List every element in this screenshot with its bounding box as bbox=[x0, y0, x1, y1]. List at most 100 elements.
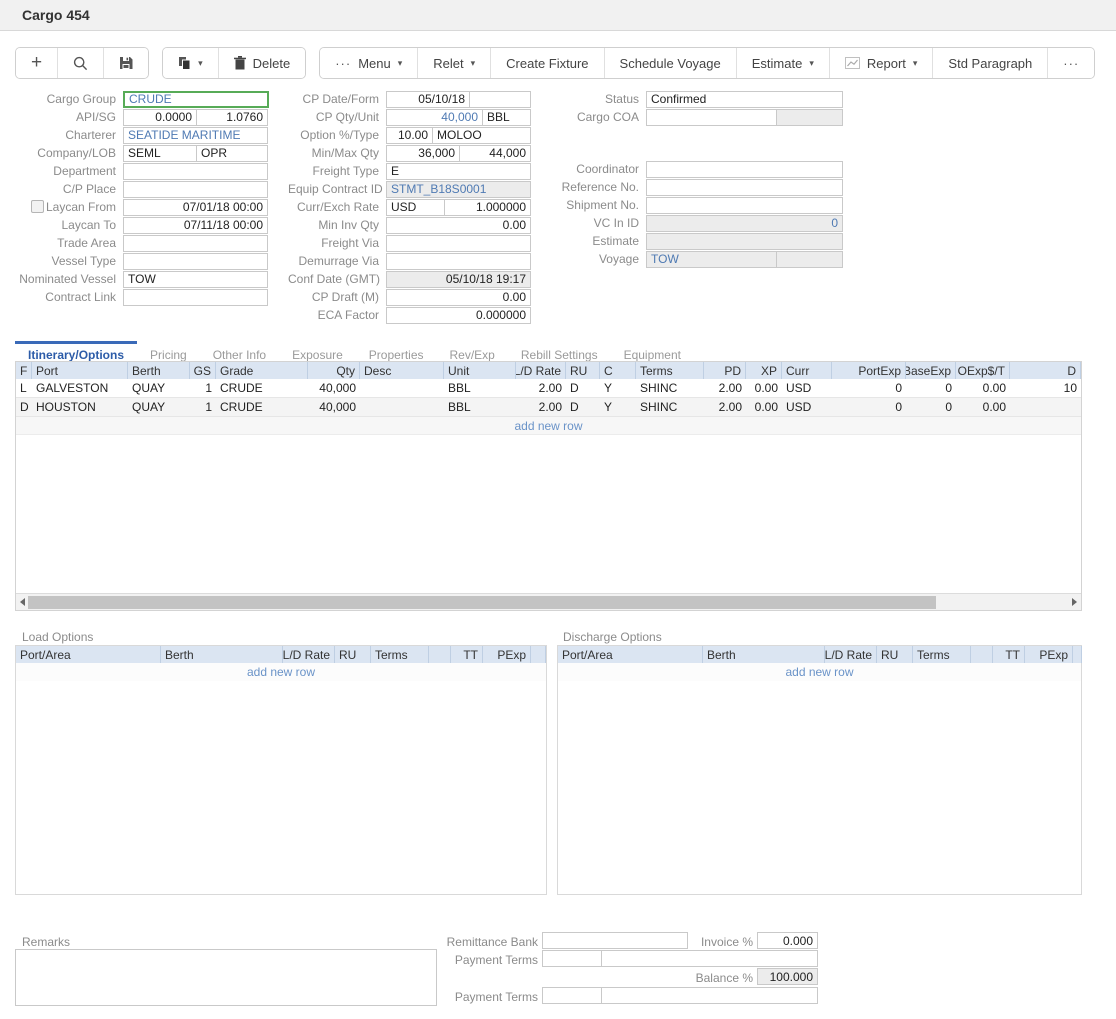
cp-form-value[interactable] bbox=[469, 92, 530, 107]
cargo-coa-field[interactable] bbox=[646, 109, 843, 126]
cp-unit-value[interactable]: BBL bbox=[482, 110, 530, 125]
laycan-to-label: Laycan To bbox=[3, 218, 123, 232]
cp-draft-field[interactable]: 0.00 bbox=[386, 289, 531, 306]
discharge-options-add-new-row[interactable]: add new row bbox=[558, 663, 1081, 681]
shipment-no-field[interactable] bbox=[646, 197, 843, 214]
curr-exch-rate-field[interactable]: USD 1.000000 bbox=[386, 199, 531, 216]
company-value[interactable]: SEML bbox=[124, 146, 196, 161]
laycan-checkbox[interactable] bbox=[31, 200, 44, 213]
invoice-pct-field[interactable]: 0.000 bbox=[757, 932, 818, 949]
remarks-textarea[interactable] bbox=[15, 949, 437, 1006]
col-header-blank bbox=[531, 646, 546, 663]
col-header-xp: XP bbox=[746, 362, 782, 379]
itinerary-row-2[interactable]: D HOUSTON QUAY 1 CRUDE 40,000 BBL 2.00 D… bbox=[16, 398, 1081, 417]
laycan-from-field[interactable]: 07/01/18 00:00 bbox=[123, 199, 268, 216]
plus-icon: + bbox=[31, 52, 42, 74]
payment-terms2-label: Payment Terms bbox=[430, 990, 538, 1004]
col-header-ld-rate: L/D Rate bbox=[825, 646, 877, 663]
ellipsis-icon: ··· bbox=[335, 56, 351, 71]
exch-rate-value[interactable]: 1.000000 bbox=[444, 200, 530, 215]
horizontal-scrollbar[interactable] bbox=[16, 593, 1081, 610]
coordinator-field[interactable] bbox=[646, 161, 843, 178]
create-fixture-label: Create Fixture bbox=[506, 56, 588, 71]
min-qty-value[interactable]: 36,000 bbox=[387, 146, 459, 161]
min-inv-qty-field[interactable]: 0.00 bbox=[386, 217, 531, 234]
estimate-field bbox=[646, 233, 843, 250]
nominated-vessel-field[interactable]: TOW bbox=[123, 271, 268, 288]
copy-menu-button[interactable]: ▾ bbox=[163, 48, 219, 78]
delete-button-label: Delete bbox=[253, 56, 291, 71]
report-button-label: Report bbox=[867, 56, 906, 71]
coordinator-label: Coordinator bbox=[560, 162, 646, 176]
itinerary-add-new-row[interactable]: add new row bbox=[16, 417, 1081, 435]
api-sg-field[interactable]: 0.0000 1.0760 bbox=[123, 109, 268, 126]
curr-exch-rate-label: Curr/Exch Rate bbox=[288, 200, 386, 214]
balance-pct-label: Balance % bbox=[690, 971, 753, 985]
cargo-coa-value[interactable] bbox=[647, 110, 776, 125]
save-button[interactable] bbox=[104, 48, 148, 78]
report-button[interactable]: Report ▾ bbox=[830, 48, 934, 78]
company-lob-field[interactable]: SEML OPR bbox=[123, 145, 268, 162]
estimate-button[interactable]: Estimate ▾ bbox=[737, 48, 830, 78]
scroll-left-icon[interactable] bbox=[20, 598, 25, 606]
option-type-value[interactable]: MOLOO bbox=[432, 128, 530, 143]
scroll-right-icon[interactable] bbox=[1072, 598, 1077, 606]
search-button[interactable] bbox=[58, 48, 104, 78]
status-field[interactable]: Confirmed bbox=[646, 91, 843, 108]
scrollbar-thumb[interactable] bbox=[28, 596, 936, 609]
max-qty-value[interactable]: 44,000 bbox=[459, 146, 530, 161]
cp-date-form-field[interactable]: 05/10/18 bbox=[386, 91, 531, 108]
reference-no-field[interactable] bbox=[646, 179, 843, 196]
demurrage-via-field[interactable] bbox=[386, 253, 531, 270]
option-pct-value[interactable]: 10.00 bbox=[387, 128, 432, 143]
schedule-voyage-button[interactable]: Schedule Voyage bbox=[605, 48, 737, 78]
option-pct-type-field[interactable]: 10.00 MOLOO bbox=[386, 127, 531, 144]
cargo-group-field[interactable]: CRUDE bbox=[123, 91, 269, 108]
menu-button[interactable]: ··· Menu ▾ bbox=[320, 48, 418, 78]
charterer-field[interactable]: SEATIDE MARITIME bbox=[123, 127, 268, 144]
col-header-terms: Terms bbox=[371, 646, 429, 663]
vessel-type-field[interactable] bbox=[123, 253, 268, 270]
freight-via-field[interactable] bbox=[386, 235, 531, 252]
remittance-bank-field[interactable] bbox=[542, 932, 688, 949]
lob-value[interactable]: OPR bbox=[196, 146, 267, 161]
shipment-no-label: Shipment No. bbox=[560, 198, 646, 212]
payment-terms2-desc-field[interactable] bbox=[601, 987, 818, 1004]
payment-terms2-code-field[interactable] bbox=[542, 987, 602, 1004]
ellipsis-icon: ··· bbox=[1063, 56, 1079, 71]
relet-button[interactable]: Relet ▾ bbox=[418, 48, 491, 78]
itinerary-row-1[interactable]: L GALVESTON QUAY 1 CRUDE 40,000 BBL 2.00… bbox=[16, 379, 1081, 398]
cp-place-field[interactable] bbox=[123, 181, 268, 198]
cp-qty-unit-field[interactable]: 40,000 BBL bbox=[386, 109, 531, 126]
cp-date-value[interactable]: 05/10/18 bbox=[387, 92, 469, 107]
curr-value[interactable]: USD bbox=[387, 200, 444, 215]
laycan-to-field[interactable]: 07/11/18 00:00 bbox=[123, 217, 268, 234]
eca-factor-value: 0.000000 bbox=[387, 308, 530, 323]
new-button[interactable]: + bbox=[16, 48, 58, 78]
trade-area-field[interactable] bbox=[123, 235, 268, 252]
equip-contract-id-field[interactable]: STMT_B18S0001 bbox=[386, 181, 531, 198]
load-options-add-new-row[interactable]: add new row bbox=[16, 663, 546, 681]
payment-terms-code-field[interactable] bbox=[542, 950, 602, 967]
std-paragraph-button[interactable]: Std Paragraph bbox=[933, 48, 1048, 78]
create-fixture-button[interactable]: Create Fixture bbox=[491, 48, 604, 78]
contract-link-field[interactable] bbox=[123, 289, 268, 306]
department-field[interactable] bbox=[123, 163, 268, 180]
voyage-label: Voyage bbox=[560, 252, 646, 266]
conf-date-value: 05/10/18 19:17 bbox=[387, 272, 530, 287]
api-value[interactable]: 0.0000 bbox=[124, 110, 196, 125]
col-header-grade: Grade bbox=[216, 362, 308, 379]
eca-factor-field[interactable]: 0.000000 bbox=[386, 307, 531, 324]
vessel-type-value bbox=[124, 254, 267, 269]
cp-qty-value[interactable]: 40,000 bbox=[387, 110, 482, 125]
more-button[interactable]: ··· bbox=[1048, 48, 1094, 78]
payment-terms-desc-field[interactable] bbox=[601, 950, 818, 967]
col-header-portexp: PortExp bbox=[832, 362, 906, 379]
delete-button[interactable]: Delete bbox=[219, 48, 306, 78]
min-max-qty-field[interactable]: 36,000 44,000 bbox=[386, 145, 531, 162]
schedule-voyage-label: Schedule Voyage bbox=[620, 56, 721, 71]
col-header-terms: Terms bbox=[913, 646, 971, 663]
min-inv-qty-value: 0.00 bbox=[387, 218, 530, 233]
freight-type-field[interactable]: E bbox=[386, 163, 531, 180]
sg-value[interactable]: 1.0760 bbox=[196, 110, 267, 125]
